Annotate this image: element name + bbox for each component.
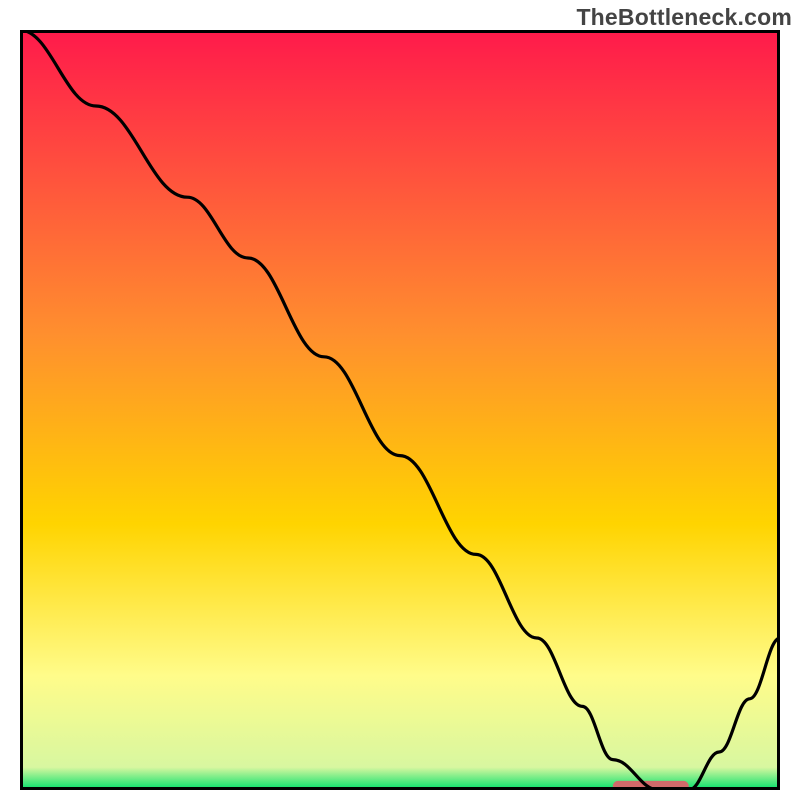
gradient-background [20,30,780,790]
bottleneck-chart [20,30,780,790]
watermark-text: TheBottleneck.com [576,4,792,31]
plot-area [20,30,780,790]
chart-container: TheBottleneck.com [0,0,800,800]
